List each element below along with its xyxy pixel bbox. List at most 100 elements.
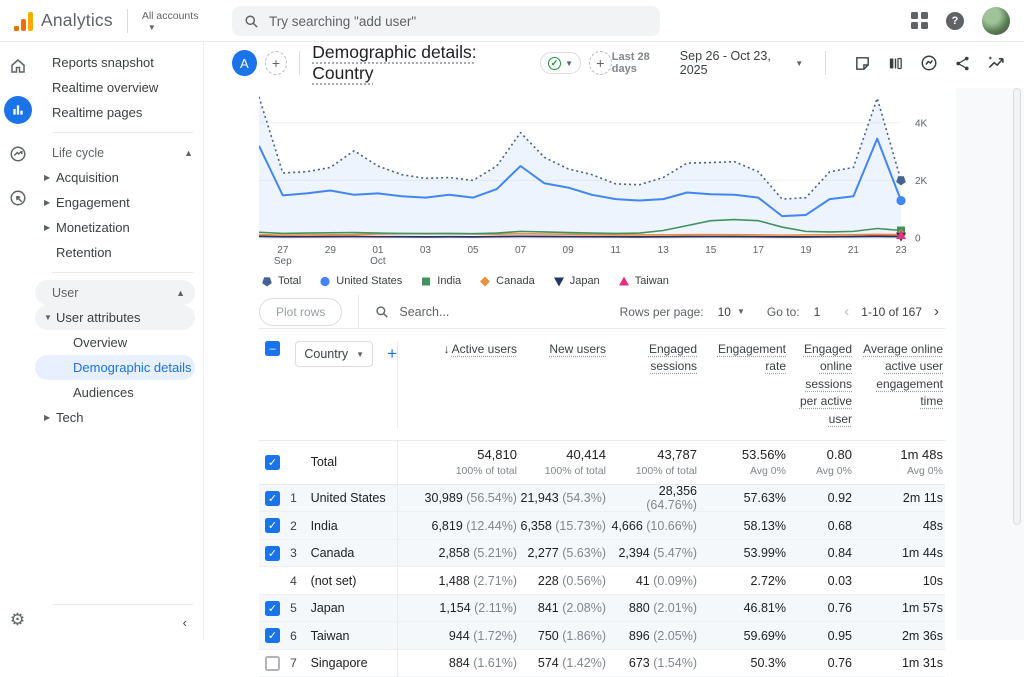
date-range-value[interactable]: Sep 26 - Oct 23, 2025 xyxy=(680,49,787,77)
svg-text:27: 27 xyxy=(277,245,289,256)
search-icon xyxy=(244,14,259,29)
previous-page-icon[interactable]: ‹ xyxy=(838,303,855,320)
dimension-select[interactable]: Country ▼ xyxy=(295,341,373,367)
user-avatar[interactable] xyxy=(982,7,1010,35)
sidebar-item-user-attributes[interactable]: ▼User attributes xyxy=(35,305,195,330)
diamond-marker-icon xyxy=(479,275,491,287)
goto-input[interactable]: 1 xyxy=(814,305,821,319)
metric-cell: 10s xyxy=(854,574,945,588)
metric-cell: 0.03 xyxy=(788,574,854,588)
sidebar-item-demographic-details[interactable]: Demographic details xyxy=(35,355,195,380)
analytics-logo[interactable]: Analytics xyxy=(0,10,113,31)
sidebar-section-user[interactable]: User▲ xyxy=(35,280,195,305)
date-range-label: Last 28 days xyxy=(612,51,670,75)
report-title[interactable]: Demographic details: Country xyxy=(312,42,530,84)
plot-rows-button[interactable]: Plot rows xyxy=(259,298,342,326)
collapse-sidebar-button[interactable]: ‹ xyxy=(35,605,203,640)
compare-icon[interactable] xyxy=(887,55,904,72)
home-icon[interactable] xyxy=(4,52,32,80)
row-checkbox[interactable]: ✓ xyxy=(265,546,280,561)
chart-plot-area[interactable]: 4K2K027Sep2901Oct0305070911131517192123 xyxy=(259,90,959,270)
insights-icon[interactable] xyxy=(987,54,1006,73)
chevron-down-icon[interactable]: ▼ xyxy=(737,307,745,316)
sidebar-section-life-cycle[interactable]: Life cycle▲ xyxy=(35,140,203,165)
metric-cell: 841 (2.08%) xyxy=(519,601,608,615)
metric-cell: 6,819 (12.44%) xyxy=(398,519,519,533)
explore-circle-icon[interactable] xyxy=(920,54,938,72)
chevron-right-icon: ▶ xyxy=(44,413,54,422)
add-dimension-button[interactable]: + xyxy=(387,344,397,364)
chevron-right-icon: ▶ xyxy=(44,223,54,232)
metric-cell: 896 (2.05%) xyxy=(608,629,699,643)
advertising-icon[interactable] xyxy=(4,184,32,212)
rows-per-page-value[interactable]: 10 xyxy=(718,305,731,319)
sort-descending-icon: ↓ xyxy=(444,342,450,356)
table-row-taiwan: ✓6Taiwan944 (1.72%)750 (1.86%)896 (2.05%… xyxy=(259,622,945,650)
demographics-table: – Country ▼ + ↓Active usersNew usersEnga… xyxy=(259,329,945,677)
column-header-new-users[interactable]: New users xyxy=(519,341,608,358)
metric-cell: 1,488 (2.71%) xyxy=(398,574,519,588)
table-row-japan: ✓5Japan1,154 (2.11%)841 (2.08%)880 (2.01… xyxy=(259,595,945,623)
sidebar-item-label: Overview xyxy=(73,335,127,350)
comparison-avatar[interactable]: A xyxy=(232,50,257,76)
totals-cell: 54,810100% of total xyxy=(398,447,519,477)
sidebar-item-label: Realtime overview xyxy=(52,80,158,95)
country-name: Japan xyxy=(311,601,345,615)
column-header-engagement-rate[interactable]: Engagement rate xyxy=(699,341,788,376)
sidebar-item-audiences[interactable]: Audiences xyxy=(35,380,203,405)
sidebar-item-label: Demographic details xyxy=(73,360,192,375)
sidebar-item-realtime-overview[interactable]: Realtime overview xyxy=(35,75,203,100)
sidebar-item-overview[interactable]: Overview xyxy=(35,330,203,355)
metric-cell: 2m 11s xyxy=(854,491,945,505)
row-checkbox[interactable] xyxy=(265,656,280,671)
legend-item-united-states[interactable]: United States xyxy=(319,275,402,287)
sidebar-item-monetization[interactable]: ▶Monetization xyxy=(35,215,203,240)
metric-cell: 0.76 xyxy=(788,601,854,615)
totals-cell: 43,787100% of total xyxy=(608,447,699,477)
share-icon[interactable] xyxy=(954,55,971,72)
help-icon[interactable]: ? xyxy=(946,12,964,30)
table-totals-row: ✓ Total 54,810100% of total40,414100% of… xyxy=(259,441,945,485)
account-switcher[interactable]: All accounts ▼ xyxy=(142,10,199,32)
legend-item-canada[interactable]: Canada xyxy=(479,275,535,287)
column-header-active-users[interactable]: ↓Active users xyxy=(398,341,519,358)
metric-cell: 2.72% xyxy=(699,574,788,588)
svg-text:11: 11 xyxy=(610,245,621,256)
row-rank: 6 xyxy=(290,629,310,643)
sidebar-item-realtime-pages[interactable]: Realtime pages xyxy=(35,100,203,125)
sidebar-item-reports-snapshot[interactable]: Reports snapshot xyxy=(35,50,203,75)
next-page-icon[interactable]: › xyxy=(928,303,945,320)
row-rank: 4 xyxy=(290,574,310,588)
note-icon[interactable] xyxy=(854,55,871,72)
header-divider xyxy=(299,51,300,75)
row-checkbox[interactable]: ✓ xyxy=(265,491,280,506)
reports-icon[interactable] xyxy=(4,96,32,124)
add-comparison-button[interactable]: + xyxy=(265,51,288,75)
totals-checkbox[interactable]: ✓ xyxy=(265,455,280,470)
row-checkbox[interactable]: ✓ xyxy=(265,601,280,616)
column-header-average-online-active-user-engagement-time[interactable]: Average online active user engagement ti… xyxy=(854,341,945,411)
row-checkbox[interactable]: ✓ xyxy=(265,518,280,533)
explore-icon[interactable] xyxy=(4,140,32,168)
admin-gear-icon[interactable]: ⚙ xyxy=(10,610,25,630)
vertical-scrollbar[interactable] xyxy=(1013,88,1021,525)
google-apps-icon[interactable] xyxy=(911,12,928,29)
metric-cell: 2,277 (5.63%) xyxy=(519,546,608,560)
select-all-checkbox[interactable]: – xyxy=(265,341,280,356)
sidebar-item-engagement[interactable]: ▶Engagement xyxy=(35,190,203,215)
legend-item-taiwan[interactable]: Taiwan xyxy=(618,275,669,287)
legend-item-india[interactable]: India xyxy=(420,275,461,287)
report-status-menu[interactable]: ✓ ▼ xyxy=(540,52,581,74)
row-checkbox[interactable]: ✓ xyxy=(265,628,280,643)
column-header-engaged-online-sessions-per-active-user[interactable]: Engaged online sessions per active user xyxy=(788,341,854,428)
legend-item-total[interactable]: Total xyxy=(261,275,301,287)
sidebar-item-acquisition[interactable]: ▶Acquisition xyxy=(35,165,203,190)
sidebar-item-tech[interactable]: ▶Tech xyxy=(35,405,203,430)
metric-cell: 4,666 (10.66%) xyxy=(608,519,699,533)
column-header-engaged-sessions[interactable]: Engaged sessions xyxy=(608,341,699,376)
add-report-button[interactable]: + xyxy=(589,51,612,75)
sidebar-item-retention[interactable]: Retention xyxy=(35,240,203,265)
global-search-input[interactable]: Try searching "add user" xyxy=(232,6,660,36)
table-search-input[interactable]: Search... xyxy=(375,305,619,319)
legend-item-japan[interactable]: Japan xyxy=(553,275,600,287)
